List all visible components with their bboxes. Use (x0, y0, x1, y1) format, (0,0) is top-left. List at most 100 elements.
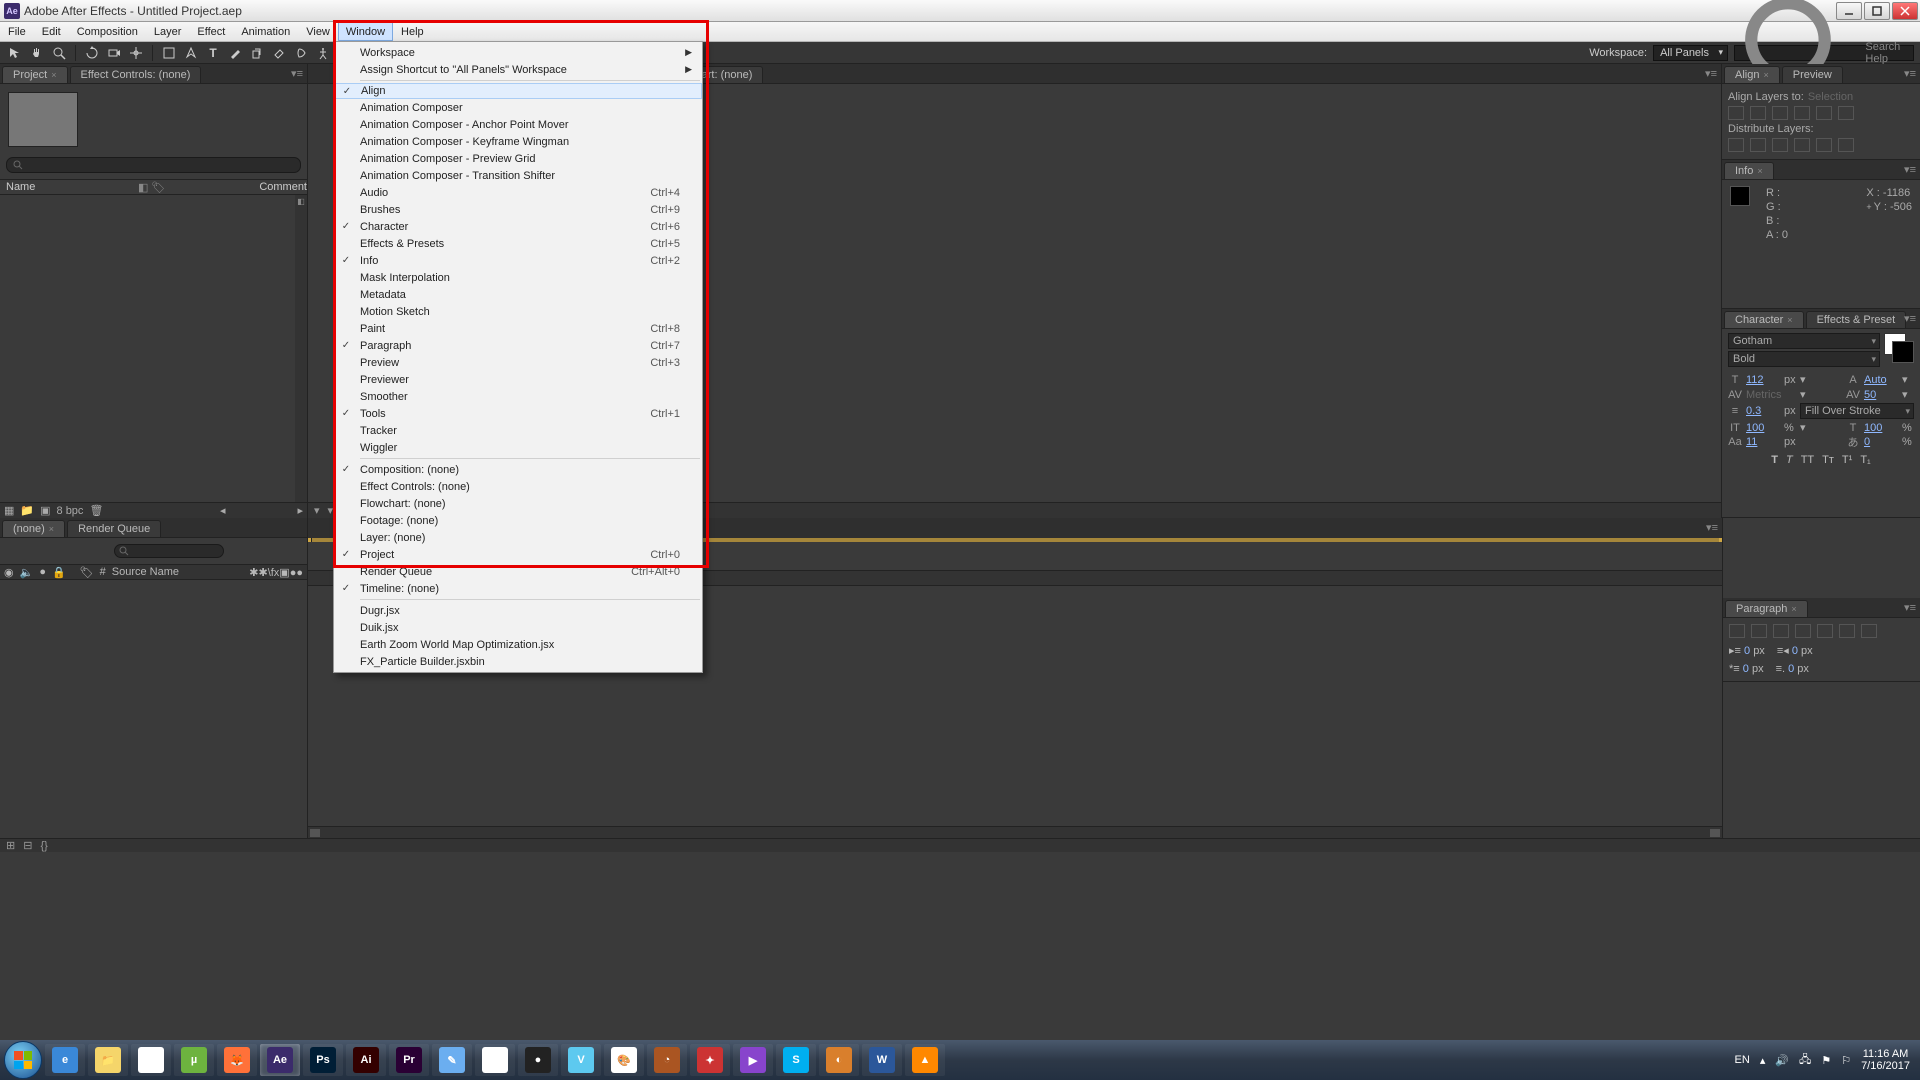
interpret-icon[interactable]: ▦ (4, 504, 14, 517)
menuitem-fx-particle-builder-jsxbin[interactable]: FX_Particle Builder.jsxbin (334, 653, 702, 670)
menuitem-layer-none[interactable]: Layer: (none) (334, 529, 702, 546)
baseline-value[interactable]: 11 (1746, 436, 1780, 448)
menuitem-earth-zoom-world-map-optimization-jsx[interactable]: Earth Zoom World Map Optimization.jsx (334, 636, 702, 653)
clone-tool-icon[interactable] (248, 44, 266, 62)
dist-6-icon[interactable] (1838, 138, 1854, 152)
project-search-input[interactable] (6, 157, 301, 173)
faux-italic-icon[interactable]: T (1786, 454, 1793, 466)
source-name-header[interactable]: Source Name (112, 566, 179, 578)
trash-icon[interactable]: 🗑 (89, 504, 103, 517)
magnification-dropdown[interactable]: ▾ (314, 504, 320, 517)
taskbar-app-paint[interactable]: 🎨 (604, 1044, 644, 1076)
menuitem-render-queue[interactable]: Render QueueCtrl+Alt+0 (334, 563, 702, 580)
tray-volume-icon[interactable]: 🔊 (1775, 1054, 1789, 1067)
menuitem-smoother[interactable]: Smoother (334, 388, 702, 405)
tab-character[interactable]: Character× (1724, 311, 1804, 328)
project-column-headers[interactable]: Name ◧🏷 Comment (0, 179, 307, 195)
menuitem-previewer[interactable]: Previewer (334, 371, 702, 388)
menubar[interactable]: FileEditCompositionLayerEffectAnimationV… (0, 22, 1920, 42)
taskbar-app-firefox[interactable]: 🦊 (217, 1044, 257, 1076)
pen-tool-icon[interactable] (182, 44, 200, 62)
align-left-icon[interactable] (1728, 106, 1744, 120)
tab-effect-controls[interactable]: Effect Controls: (none) (70, 66, 202, 83)
taskbar-app-ie[interactable]: e (45, 1044, 85, 1076)
toggle-switches-icon[interactable]: ⊞ (6, 839, 15, 852)
tab-preview[interactable]: Preview (1782, 66, 1843, 83)
menuitem-footage-none[interactable]: Footage: (none) (334, 512, 702, 529)
toggle-brackets-icon[interactable]: {} (40, 840, 47, 852)
smallcaps-icon[interactable]: Tт (1822, 454, 1834, 466)
dist-5-icon[interactable] (1816, 138, 1832, 152)
align-bottom-icon[interactable] (1838, 106, 1854, 120)
maximize-button[interactable] (1864, 2, 1890, 20)
taskbar-app-davinci[interactable]: ● (518, 1044, 558, 1076)
anchor-tool-icon[interactable] (127, 44, 145, 62)
allcaps-icon[interactable]: TT (1801, 454, 1814, 466)
close-button[interactable] (1892, 2, 1918, 20)
dist-2-icon[interactable] (1750, 138, 1766, 152)
audio-icon[interactable]: 🔈 (20, 566, 34, 579)
window-menu-dropdown[interactable]: Workspace▶Assign Shortcut to "All Panels… (333, 41, 703, 673)
menuitem-wiggler[interactable]: Wiggler (334, 439, 702, 456)
label-icon[interactable]: 🏷 (80, 566, 94, 579)
tab-info[interactable]: Info× (1724, 162, 1774, 179)
taskbar-app-app2[interactable]: ✎ (432, 1044, 472, 1076)
taskbar[interactable]: e📁◉µ🦊AePsAiPr✎▶●V🎨◔✦▶S◐W▲ EN ▴ 🔊 🖧 ⚑ ⚐ 1… (0, 1040, 1920, 1080)
menuitem-workspace[interactable]: Workspace▶ (334, 44, 702, 61)
menuitem-effect-controls-none[interactable]: Effect Controls: (none) (334, 478, 702, 495)
menuitem-mask-interpolation[interactable]: Mask Interpolation (334, 269, 702, 286)
tray-safe-icon[interactable]: ⚑ (1821, 1054, 1831, 1067)
dist-1-icon[interactable] (1728, 138, 1744, 152)
panel-menu-icon[interactable]: ▾≡ (1904, 163, 1916, 176)
menuitem-assign-shortcut-to-all-panels-workspace[interactable]: Assign Shortcut to "All Panels" Workspac… (334, 61, 702, 78)
eraser-tool-icon[interactable] (270, 44, 288, 62)
toggle-switches-icon-2[interactable]: ⊟ (23, 839, 32, 852)
taskbar-app-utorrent[interactable]: µ (174, 1044, 214, 1076)
panel-menu-icon[interactable]: ▾≡ (1904, 601, 1916, 614)
menuitem-tools[interactable]: ✓ToolsCtrl+1 (334, 405, 702, 422)
taskbar-app-app6[interactable]: ▶ (733, 1044, 773, 1076)
menuitem-animation-composer[interactable]: Animation Composer (334, 99, 702, 116)
panel-menu-icon[interactable]: ▾≡ (1904, 67, 1916, 80)
workspace-select[interactable]: All Panels (1653, 45, 1728, 61)
zoom-tool-icon[interactable] (50, 44, 68, 62)
stroke-color-swatch[interactable] (1892, 341, 1914, 363)
align-hcenter-icon[interactable] (1750, 106, 1766, 120)
close-icon[interactable]: × (51, 70, 56, 80)
menuitem-preview[interactable]: PreviewCtrl+3 (334, 354, 702, 371)
camera-tool-icon[interactable] (105, 44, 123, 62)
taskbar-app-ps[interactable]: Ps (303, 1044, 343, 1076)
tracking-value[interactable]: 50 (1864, 389, 1898, 401)
menuitem-brushes[interactable]: BrushesCtrl+9 (334, 201, 702, 218)
roto-tool-icon[interactable] (292, 44, 310, 62)
menu-animation[interactable]: Animation (233, 22, 298, 41)
taskbar-app-app4[interactable]: ◔ (647, 1044, 687, 1076)
menu-file[interactable]: File (0, 22, 34, 41)
menuitem-animation-composer-preview-grid[interactable]: Animation Composer - Preview Grid (334, 150, 702, 167)
dist-3-icon[interactable] (1772, 138, 1788, 152)
menuitem-effects-presets[interactable]: Effects & PresetsCtrl+5 (334, 235, 702, 252)
bpc-label[interactable]: 8 bpc (57, 505, 84, 517)
shape-tool-icon[interactable] (160, 44, 178, 62)
menuitem-paint[interactable]: PaintCtrl+8 (334, 320, 702, 337)
tray-clock[interactable]: 11:16 AM 7/16/2017 (1861, 1048, 1910, 1072)
tray-lang[interactable]: EN (1735, 1054, 1750, 1066)
align-center-icon[interactable] (1751, 624, 1767, 638)
menuitem-audio[interactable]: AudioCtrl+4 (334, 184, 702, 201)
menuitem-flowchart-none[interactable]: Flowchart: (none) (334, 495, 702, 512)
hscale-value[interactable]: 100 (1864, 422, 1898, 434)
menuitem-dugr-jsx[interactable]: Dugr.jsx (334, 602, 702, 619)
tab-render-queue[interactable]: Render Queue (67, 520, 161, 537)
justify-all-icon[interactable] (1861, 624, 1877, 638)
comp-icon[interactable]: ▣ (40, 504, 50, 517)
panel-menu-icon[interactable]: ▾≡ (1706, 521, 1718, 534)
tab-effects-presets[interactable]: Effects & Preset (1806, 311, 1907, 328)
taskbar-app-chrome[interactable]: ◉ (131, 1044, 171, 1076)
align-vcenter-icon[interactable] (1816, 106, 1832, 120)
font-size-value[interactable]: 112 (1746, 374, 1780, 386)
panel-menu-icon[interactable]: ▾≡ (1904, 312, 1916, 325)
font-style-select[interactable]: Bold (1728, 351, 1880, 367)
stroke-fill-select[interactable]: Fill Over Stroke (1800, 403, 1914, 419)
scroll-left-icon[interactable]: ◂ (220, 504, 226, 517)
taskbar-app-media[interactable]: ▶ (475, 1044, 515, 1076)
